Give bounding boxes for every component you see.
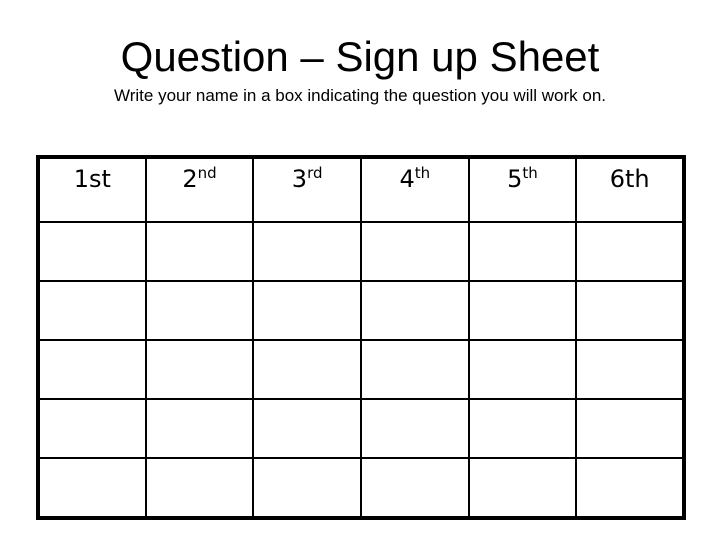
header-suffix: rd (307, 164, 323, 182)
signup-cell[interactable] (144, 280, 255, 341)
signup-cell[interactable] (575, 339, 685, 400)
signup-cell[interactable] (467, 280, 578, 341)
signup-cell[interactable] (252, 221, 362, 282)
signup-cell[interactable] (467, 221, 578, 282)
signup-cell[interactable] (359, 398, 470, 459)
signup-cell[interactable] (467, 457, 578, 519)
header-label: 6th (609, 165, 650, 193)
header-suffix: th (414, 164, 431, 182)
signup-cell[interactable] (575, 398, 685, 459)
header-cell-6: 6th (575, 156, 685, 223)
signup-cell[interactable] (359, 221, 470, 282)
signup-cell[interactable] (144, 339, 255, 400)
signup-cell[interactable] (252, 457, 362, 519)
page-title: Question – Sign up Sheet (120, 33, 600, 80)
instructions: Write your name in a box indicating the … (114, 86, 606, 105)
header-label: 5 (507, 165, 523, 193)
header-cell-5: 5th (467, 156, 578, 223)
header-label: 4 (399, 165, 415, 193)
header-suffix: nd (197, 164, 217, 182)
table-row (37, 280, 685, 341)
header-cell-3: 3rd (252, 156, 362, 223)
signup-cell[interactable] (359, 280, 470, 341)
signup-cell[interactable] (467, 339, 578, 400)
signup-cell[interactable] (359, 457, 470, 519)
signup-cell[interactable] (144, 457, 255, 519)
signup-cell[interactable] (252, 280, 362, 341)
signup-cell[interactable] (144, 398, 255, 459)
header-cell-4: 4th (359, 156, 470, 223)
table-row (37, 457, 685, 519)
header-cell-2: 2nd (144, 156, 255, 223)
header-row: 1st 2nd 3rd 4th 5th 6th (37, 156, 685, 223)
header-cell-1: 1st (37, 156, 147, 223)
header-label: 1st (73, 165, 111, 193)
signup-cell[interactable] (37, 339, 147, 400)
signup-cell[interactable] (252, 339, 362, 400)
signup-cell[interactable] (37, 457, 147, 519)
signup-cell[interactable] (575, 221, 685, 282)
header-label: 2 (182, 165, 198, 193)
table-row (37, 398, 685, 459)
signup-cell[interactable] (467, 398, 578, 459)
table-row (37, 339, 685, 400)
signup-cell[interactable] (144, 221, 255, 282)
signup-cell[interactable] (359, 339, 470, 400)
signup-cell[interactable] (575, 457, 685, 519)
header-suffix: th (522, 164, 538, 182)
header-label: 3 (291, 165, 308, 193)
signup-cell[interactable] (252, 398, 362, 459)
signup-cell[interactable] (575, 280, 685, 341)
signup-cell[interactable] (37, 280, 147, 341)
signup-cell[interactable] (37, 221, 147, 282)
signup-table: 1st 2nd 3rd 4th 5th 6th (36, 155, 686, 520)
table-row (37, 221, 685, 282)
signup-cell[interactable] (37, 398, 147, 459)
